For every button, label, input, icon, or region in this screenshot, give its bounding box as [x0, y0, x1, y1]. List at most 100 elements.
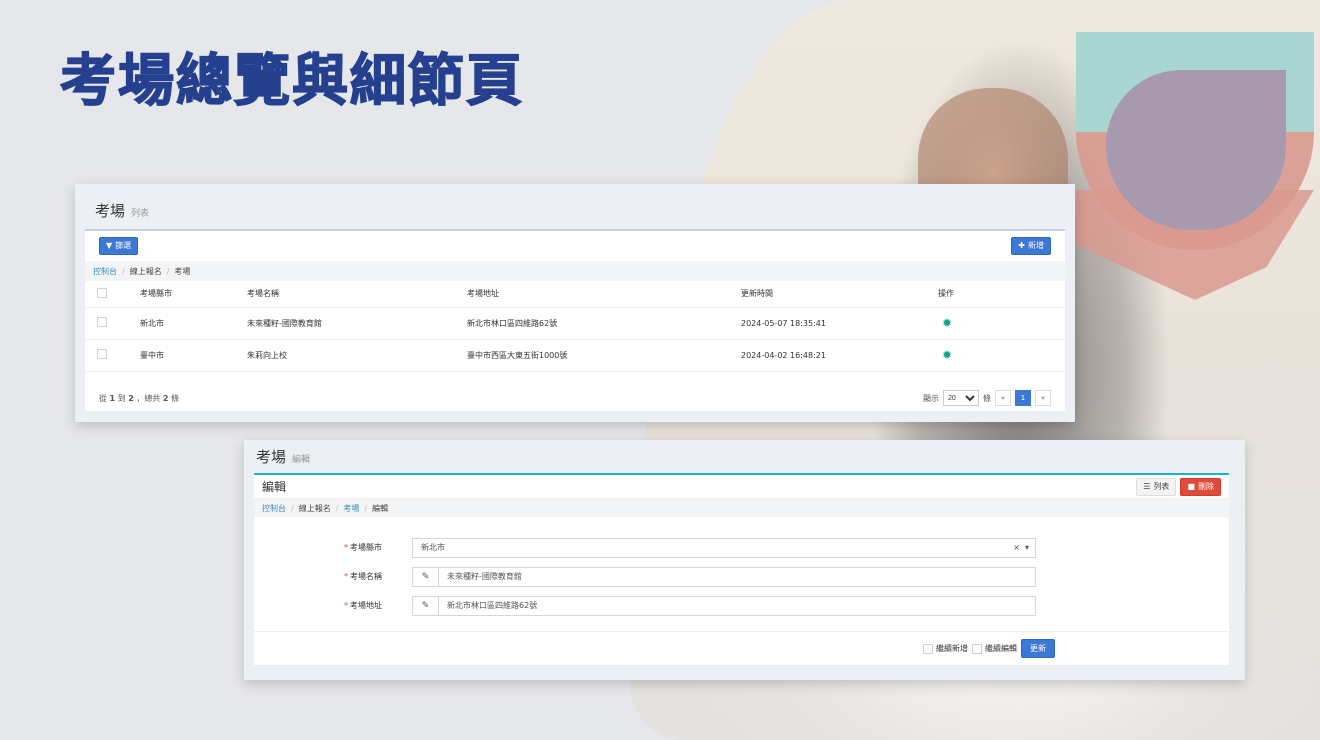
cell-address: 臺中市西區大東五街1000號: [467, 339, 741, 372]
cell-address: 新北市林口區四維路62號: [467, 307, 741, 340]
summary-post: ，總共: [136, 393, 161, 403]
cell-city: 新北市: [140, 307, 247, 340]
city-select-value: 新北市: [421, 543, 445, 552]
required-mark: *: [344, 601, 348, 610]
page-size-unit: 條: [983, 393, 991, 403]
breadcrumb-online-registration: 線上報名: [298, 503, 331, 513]
clear-icon[interactable]: ×: [1013, 543, 1020, 552]
summary-from: 1: [109, 393, 116, 403]
summary-unit: 條: [171, 393, 180, 403]
venue-table: 考場縣市 考場名稱 考場地址 更新時間 操作 新北市 未來種籽-國際教育館 新北…: [85, 281, 1065, 372]
breadcrumb-separator: /: [335, 503, 339, 513]
continue-add-checkbox[interactable]: [923, 643, 933, 654]
edit-panel-title: 編輯: [262, 480, 287, 494]
name-label: * 考場名稱: [254, 571, 412, 582]
table-row: 臺中市 朱莉向上校 臺中市西區大東五街1000號 2024-04-02 16:4…: [85, 339, 1065, 372]
gear-icon[interactable]: ✹: [938, 316, 952, 330]
breadcrumb-separator: /: [364, 503, 368, 513]
list-toolbar: ▼ 篩選 ✚ 新增: [85, 231, 1065, 261]
breadcrumb-venue: 考場: [174, 266, 191, 276]
column-header-name[interactable]: 考場名稱: [247, 281, 467, 308]
delete-button[interactable]: ■ 刪除: [1180, 477, 1221, 496]
breadcrumb-online-registration: 線上報名: [129, 266, 162, 276]
breadcrumb-edit: 編輯: [372, 503, 389, 513]
prev-page-button[interactable]: «: [995, 390, 1011, 406]
add-button[interactable]: ✚ 新增: [1011, 237, 1051, 255]
cell-updated: 2024-05-07 18:35:41: [741, 307, 938, 340]
breadcrumb-dashboard[interactable]: 控制台: [262, 503, 286, 514]
address-label-text: 考場地址: [350, 601, 382, 610]
edit-page-header: 考場 編輯: [244, 440, 1245, 473]
breadcrumb: 控制台 / 線上報名 / 考場: [85, 261, 1065, 281]
list-button[interactable]: ☰ 列表: [1136, 477, 1177, 496]
chevron-down-icon[interactable]: ▾: [1025, 543, 1029, 552]
page-size-label: 顯示: [923, 393, 939, 403]
list-icon: ☰: [1143, 481, 1151, 491]
summary-total: 2: [162, 393, 169, 403]
continue-edit-option[interactable]: 繼續編輯: [972, 643, 1017, 654]
cell-name: 朱莉向上校: [247, 339, 467, 372]
row-checkbox[interactable]: [97, 349, 107, 359]
trash-icon: ■: [1187, 481, 1195, 491]
column-header-address[interactable]: 考場地址: [467, 281, 741, 308]
add-button-label: 新增: [1028, 241, 1044, 250]
cell-name: 未來種籽-國際教育館: [247, 307, 467, 340]
table-header-row: 考場縣市 考場名稱 考場地址 更新時間 操作: [85, 281, 1065, 308]
decor-shape-purple: [1106, 70, 1286, 230]
name-label-text: 考場名稱: [350, 572, 382, 581]
summary-prefix: 從: [99, 393, 107, 403]
venue-edit-window: 考場 編輯 編輯 ☰ 列表 ■ 刪除 控制台 / 線上報名 / 考場 / 編輯 …: [244, 440, 1245, 680]
continue-edit-checkbox[interactable]: [972, 643, 982, 654]
list-page-subtitle: 列表: [131, 209, 150, 219]
page-size-select[interactable]: 20: [943, 390, 979, 406]
list-page-title: 考場: [95, 202, 126, 220]
list-page-header: 考場 列表: [75, 184, 1075, 229]
breadcrumb-dashboard[interactable]: 控制台: [93, 266, 117, 277]
list-footer: 從 1 到 2 ，總共 2 條 顯示 20 條 « 1 »: [85, 385, 1065, 411]
name-field[interactable]: ✎ 未來種籽-國際教育館: [412, 566, 1036, 587]
row-checkbox[interactable]: [97, 317, 107, 327]
breadcrumb-separator: /: [122, 266, 125, 276]
venue-form: * 考場縣市 新北市 × ▾ * 考場名稱 ✎ 未來種籽-國際教育館 * 考場地址: [254, 517, 1229, 616]
continue-edit-label: 繼續編輯: [985, 644, 1017, 653]
summary-to: 2: [128, 393, 134, 403]
table-row: 新北市 未來種籽-國際教育館 新北市林口區四維路62號 2024-05-07 1…: [85, 307, 1065, 340]
next-page-button[interactable]: »: [1035, 390, 1051, 406]
list-button-label: 列表: [1153, 481, 1170, 491]
filter-button[interactable]: ▼ 篩選: [99, 237, 139, 255]
page-1-button[interactable]: 1: [1015, 390, 1031, 406]
column-header-actions: 操作: [938, 281, 1065, 308]
edit-footer: 繼續新增 繼續編輯 更新: [254, 631, 1229, 665]
update-button[interactable]: 更新: [1021, 639, 1055, 658]
cell-city: 臺中市: [140, 339, 247, 372]
pencil-icon: ✎: [413, 596, 439, 615]
address-field[interactable]: ✎ 新北市林口區四維路62號: [412, 595, 1036, 616]
column-header-updated[interactable]: 更新時間: [741, 281, 938, 308]
edit-page-title: 考場: [256, 448, 287, 466]
record-summary: 從 1 到 2 ，總共 2 條: [99, 393, 179, 404]
gear-icon[interactable]: ✹: [938, 348, 952, 362]
breadcrumb-separator: /: [291, 503, 294, 513]
city-label-text: 考場縣市: [350, 543, 382, 552]
pencil-icon: ✎: [413, 567, 439, 586]
breadcrumb-venue[interactable]: 考場: [343, 503, 359, 514]
edit-page-subtitle: 編輯: [292, 455, 311, 465]
venue-list-window: 考場 列表 ▼ 篩選 ✚ 新增 控制台 / 線上報名 / 考場 考場縣市 考場名…: [75, 184, 1075, 422]
select-all-checkbox[interactable]: [97, 287, 107, 298]
breadcrumb-separator: /: [166, 266, 170, 276]
address-field-value: 新北市林口區四維路62號: [447, 601, 538, 610]
continue-add-option[interactable]: 繼續新增: [923, 643, 968, 654]
summary-mid: 到: [117, 393, 126, 403]
continue-add-label: 繼續新增: [936, 644, 968, 653]
column-header-city[interactable]: 考場縣市: [140, 281, 247, 308]
slide-title: 考場總覽與細節頁: [59, 48, 524, 115]
edit-panel-header: 編輯 ☰ 列表 ■ 刪除: [254, 475, 1229, 499]
city-label: * 考場縣市: [254, 542, 412, 553]
name-field-value: 未來種籽-國際教育館: [447, 572, 522, 581]
required-mark: *: [344, 543, 348, 552]
cell-updated: 2024-04-02 16:48:21: [741, 339, 938, 372]
filter-button-label: 篩選: [115, 241, 132, 250]
form-row-city: * 考場縣市 新北市 × ▾: [254, 537, 1229, 558]
plus-icon: ✚: [1018, 241, 1025, 250]
city-select[interactable]: 新北市 × ▾: [412, 537, 1036, 558]
